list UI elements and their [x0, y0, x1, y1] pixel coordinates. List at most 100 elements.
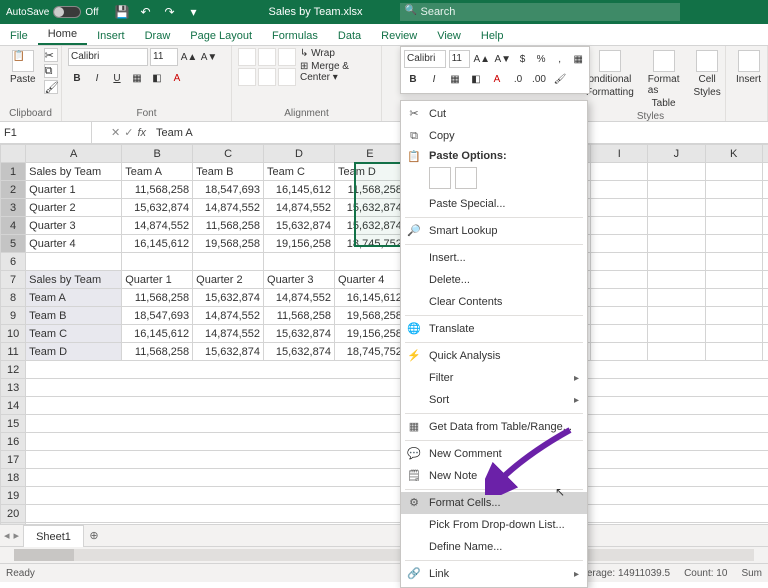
sheet-nav[interactable]: ◂▸	[0, 529, 23, 542]
mini-bold-button[interactable]: B	[404, 70, 422, 88]
italic-button[interactable]: I	[88, 69, 106, 87]
alignment-grid[interactable]	[238, 48, 296, 86]
mini-format-painter-icon[interactable]: 🖌	[551, 70, 569, 88]
cell[interactable]	[705, 307, 762, 325]
row-header[interactable]: 18	[1, 469, 26, 487]
fx-icon[interactable]: fx	[137, 127, 146, 139]
mini-decrease-font-icon[interactable]: A▼	[494, 50, 512, 68]
ctx-pick-from-list[interactable]: Pick From Drop-down List...	[401, 514, 587, 536]
cell[interactable]	[264, 253, 335, 271]
ctx-delete[interactable]: Delete...	[401, 269, 587, 291]
cell[interactable]	[762, 181, 768, 199]
cell[interactable]: 11,568,258	[264, 307, 335, 325]
paste-option-2-icon[interactable]	[455, 167, 477, 189]
underline-button[interactable]: U	[108, 69, 126, 87]
undo-icon[interactable]: ↶	[139, 5, 153, 19]
tab-insert[interactable]: Insert	[87, 27, 135, 45]
horizontal-scrollbar[interactable]	[0, 546, 768, 563]
font-size-select[interactable]: 11	[150, 48, 178, 66]
format-as-table-button[interactable]: Format as Table	[644, 48, 684, 111]
cell[interactable]	[762, 325, 768, 343]
cell[interactable]	[762, 289, 768, 307]
select-all-button[interactable]	[1, 145, 26, 163]
ctx-new-comment[interactable]: 💬New Comment	[401, 443, 587, 465]
mini-percent-icon[interactable]: %	[533, 50, 549, 68]
cell[interactable]: 14,874,552	[193, 325, 264, 343]
cell[interactable]	[762, 343, 768, 361]
cell[interactable]	[591, 325, 648, 343]
cell[interactable]: 19,568,258	[193, 235, 264, 253]
redo-icon[interactable]: ↷	[163, 5, 177, 19]
tab-data[interactable]: Data	[328, 27, 371, 45]
wrap-text-button[interactable]: ↳ Wrap	[300, 48, 375, 59]
ctx-define-name[interactable]: Define Name...	[401, 536, 587, 558]
font-color-button[interactable]: A	[168, 69, 186, 87]
cell[interactable]: 15,632,874	[264, 325, 335, 343]
ctx-quick-analysis[interactable]: ⚡Quick Analysis	[401, 345, 587, 367]
cell[interactable]	[705, 235, 762, 253]
cell[interactable]: 14,874,552	[264, 199, 335, 217]
row-header[interactable]: 8	[1, 289, 26, 307]
mini-borders-icon[interactable]: ▦	[446, 70, 464, 88]
qat-more-icon[interactable]: ▾	[187, 5, 201, 19]
decrease-font-icon[interactable]: A▼	[200, 48, 218, 66]
add-sheet-button[interactable]: ⊕	[84, 529, 104, 542]
cell[interactable]	[762, 271, 768, 289]
cell[interactable]	[762, 235, 768, 253]
ctx-get-data[interactable]: ▦Get Data from Table/Range...	[401, 416, 587, 438]
autosave-switch-icon[interactable]	[53, 6, 81, 18]
cell[interactable]: Quarter 4	[26, 235, 122, 253]
cell[interactable]: 16,145,612	[334, 289, 405, 307]
row-header[interactable]: 12	[1, 361, 26, 379]
chevron-left-icon[interactable]: ◂	[4, 529, 10, 542]
mini-comma-icon[interactable]: ,	[552, 50, 568, 68]
ctx-cut[interactable]: ✂Cut	[401, 103, 587, 125]
col-header-c[interactable]: C	[193, 145, 264, 163]
cell[interactable]: Sales by Team	[26, 163, 122, 181]
row-header[interactable]: 9	[1, 307, 26, 325]
tab-view[interactable]: View	[427, 27, 471, 45]
cell[interactable]	[705, 325, 762, 343]
copy-icon[interactable]: ⧉	[44, 64, 58, 78]
cell[interactable]: 18,547,693	[193, 181, 264, 199]
row-header[interactable]: 16	[1, 433, 26, 451]
mini-italic-button[interactable]: I	[425, 70, 443, 88]
sheet-tab-sheet1[interactable]: Sheet1	[23, 525, 84, 547]
row-header[interactable]: 20	[1, 505, 26, 523]
insert-cells-button[interactable]: Insert	[732, 48, 765, 87]
cell[interactable]	[26, 433, 768, 451]
cell[interactable]	[591, 181, 648, 199]
cell[interactable]: 11,568,258	[122, 289, 193, 307]
row-header[interactable]: 10	[1, 325, 26, 343]
cell[interactable]: 16,145,612	[264, 181, 335, 199]
cell[interactable]: Quarter 1	[122, 271, 193, 289]
cell[interactable]	[762, 199, 768, 217]
tab-page-layout[interactable]: Page Layout	[180, 27, 262, 45]
cell[interactable]	[705, 271, 762, 289]
worksheet-area[interactable]: A B C D E F G H I J K L 1Sales by TeamTe…	[0, 144, 768, 524]
cell[interactable]: 15,632,874	[334, 199, 405, 217]
cell[interactable]: 18,745,752	[334, 235, 405, 253]
cell[interactable]: 11,568,258	[122, 343, 193, 361]
conditional-formatting-button[interactable]: onditional Formatting	[582, 48, 638, 100]
cell[interactable]: 19,156,258	[334, 325, 405, 343]
cell[interactable]	[591, 289, 648, 307]
ctx-insert[interactable]: Insert...	[401, 247, 587, 269]
ctx-translate[interactable]: 🌐Translate	[401, 318, 587, 340]
cell[interactable]	[26, 361, 768, 379]
col-header-d[interactable]: D	[264, 145, 335, 163]
cell[interactable]	[762, 307, 768, 325]
row-header[interactable]: 15	[1, 415, 26, 433]
cell[interactable]	[648, 181, 705, 199]
mini-cond-format-icon[interactable]: ▦	[570, 50, 586, 68]
cell[interactable]	[26, 253, 122, 271]
cell[interactable]: Sales by Team	[26, 271, 122, 289]
cell[interactable]	[648, 253, 705, 271]
cell[interactable]	[648, 235, 705, 253]
cell[interactable]	[648, 271, 705, 289]
row-header[interactable]: 7	[1, 271, 26, 289]
row-header[interactable]: 14	[1, 397, 26, 415]
cell[interactable]: 15,632,874	[264, 217, 335, 235]
cell[interactable]: Quarter 3	[26, 217, 122, 235]
ctx-link[interactable]: 🔗Link▸	[401, 563, 587, 585]
